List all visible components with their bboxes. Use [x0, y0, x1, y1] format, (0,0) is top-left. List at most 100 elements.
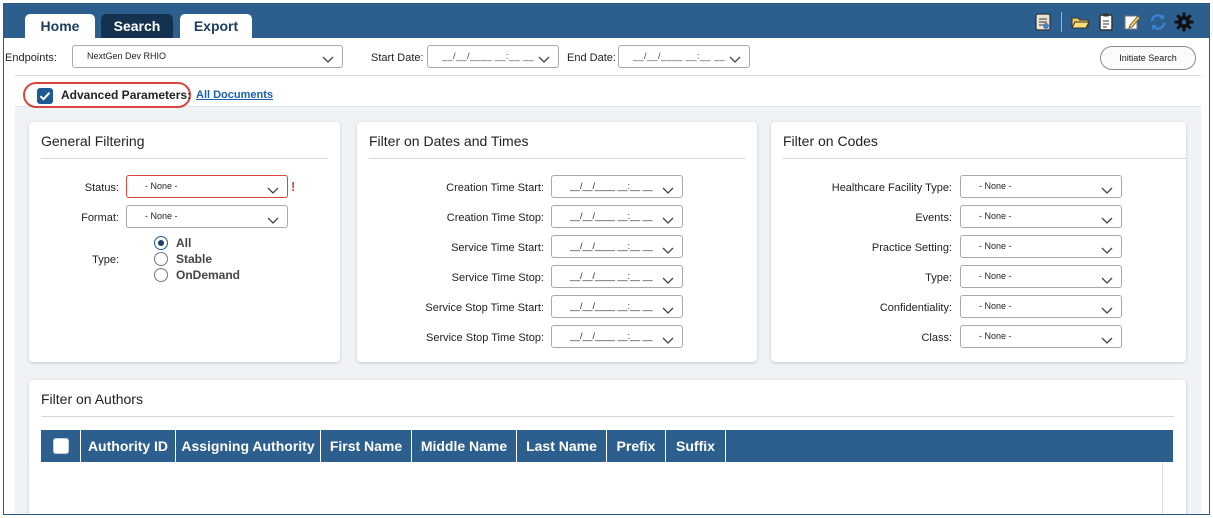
column-header[interactable]: Assigning Authority: [176, 430, 321, 462]
confidentiality-select[interactable]: - None -: [960, 295, 1122, 318]
facility-type-select[interactable]: - None -: [960, 175, 1122, 198]
edit-icon[interactable]: [1122, 12, 1142, 32]
type-option-label: OnDemand: [176, 268, 241, 282]
select-all-column: [41, 430, 81, 462]
format-select[interactable]: - None -: [126, 205, 288, 228]
service-stop-time-start-label: Service Stop Time Start:: [425, 302, 544, 314]
column-header[interactable]: Last Name: [517, 430, 607, 462]
folder-open-icon[interactable]: [1070, 12, 1090, 32]
select-all-checkbox[interactable]: [53, 438, 69, 454]
tab-search[interactable]: Search: [101, 14, 173, 38]
advanced-parameters-checkbox[interactable]: [37, 88, 53, 104]
authors-panel: Filter on Authors Authority ID Assigning…: [29, 380, 1186, 514]
column-header[interactable]: Suffix: [666, 430, 726, 462]
toolbar-separator: [1061, 11, 1062, 32]
events-select[interactable]: - None -: [960, 205, 1122, 228]
type-radio-ondemand[interactable]: [154, 268, 168, 282]
class-label: Class:: [921, 332, 952, 344]
chevron-down-icon: [1101, 182, 1113, 203]
column-header[interactable]: Prefix: [607, 430, 666, 462]
chevron-down-icon: [1101, 272, 1113, 293]
vertical-scrollbar[interactable]: [1162, 462, 1176, 514]
chevron-down-icon: [538, 51, 550, 72]
panel-title: Filter on Authors: [41, 391, 143, 407]
tab-home[interactable]: Home: [25, 14, 95, 38]
end-date-value: __/__/____ __:__ __: [633, 51, 726, 61]
events-label: Events:: [915, 212, 952, 224]
code-value: - None -: [979, 301, 1012, 311]
column-header[interactable]: Authority ID: [81, 430, 176, 462]
chevron-down-icon: [267, 182, 279, 203]
status-value: - None -: [145, 181, 178, 191]
date-value: __/__/____ __:__ __: [570, 271, 653, 281]
chevron-down-icon: [662, 242, 674, 263]
date-value: __/__/____ __:__ __: [570, 241, 653, 251]
endpoints-select[interactable]: NextGen Dev RHIO: [72, 45, 343, 68]
code-type-select[interactable]: - None -: [960, 265, 1122, 288]
checkmark-icon: [39, 92, 51, 101]
divider: [41, 158, 328, 159]
type-radio-stable[interactable]: [154, 252, 168, 266]
start-date-picker[interactable]: __/__/____ __:__ __: [427, 45, 559, 68]
service-time-start-label: Service Time Start:: [451, 242, 544, 254]
end-date-picker[interactable]: __/__/____ __:__ __: [618, 45, 750, 68]
chevron-down-icon: [662, 302, 674, 323]
codes-panel: Filter on Codes Healthcare Facility Type…: [771, 122, 1186, 362]
refresh-icon[interactable]: [1148, 12, 1168, 32]
type-option-label: Stable: [176, 252, 213, 266]
service-stop-time-stop-picker[interactable]: __/__/____ __:__ __: [551, 325, 683, 348]
date-value: __/__/____ __:__ __: [570, 331, 653, 341]
search-content: Advanced Parameters: All Documents Gener…: [15, 75, 1201, 514]
code-value: - None -: [979, 271, 1012, 281]
confidentiality-label: Confidentiality:: [879, 302, 952, 314]
top-nav-bar: Home Search Export: [4, 4, 1209, 38]
endpoints-value: NextGen Dev RHIO: [87, 51, 167, 61]
service-stop-time-stop-label: Service Stop Time Stop:: [426, 332, 544, 344]
date-value: __/__/____ __:__ __: [570, 181, 653, 191]
authors-table-header: Authority ID Assigning Authority First N…: [41, 430, 1173, 462]
practice-setting-select[interactable]: - None -: [960, 235, 1122, 258]
code-type-label: Type:: [925, 272, 952, 284]
code-value: - None -: [979, 181, 1012, 191]
initiate-search-button[interactable]: Initiate Search: [1100, 46, 1196, 70]
creation-time-start-label: Creation Time Start:: [446, 182, 544, 194]
code-value: - None -: [979, 241, 1012, 251]
column-header[interactable]: Middle Name: [412, 430, 517, 462]
dates-times-panel: Filter on Dates and Times Creation Time …: [357, 122, 757, 362]
status-label: Status:: [84, 182, 119, 194]
service-time-start-picker[interactable]: __/__/____ __:__ __: [551, 235, 683, 258]
panel-title: Filter on Codes: [783, 133, 878, 149]
date-value: __/__/____ __:__ __: [570, 301, 653, 311]
start-date-label: Start Date:: [371, 52, 424, 64]
clipboard-icon[interactable]: [1096, 12, 1116, 32]
settings-gear-icon[interactable]: [1174, 12, 1194, 32]
type-radio-all[interactable]: [154, 236, 168, 250]
facility-type-label: Healthcare Facility Type:: [831, 182, 952, 194]
divider: [369, 158, 745, 159]
chevron-down-icon: [662, 212, 674, 233]
tab-export[interactable]: Export: [180, 14, 252, 38]
status-select[interactable]: - None -: [126, 175, 288, 198]
general-filtering-panel: General Filtering Status: - None - ! For…: [29, 122, 340, 362]
service-stop-time-start-picker[interactable]: __/__/____ __:__ __: [551, 295, 683, 318]
service-time-stop-picker[interactable]: __/__/____ __:__ __: [551, 265, 683, 288]
type-option-label: All: [176, 236, 192, 250]
advanced-parameters-label: Advanced Parameters:: [61, 88, 192, 102]
chevron-down-icon: [1101, 302, 1113, 323]
chevron-down-icon: [662, 272, 674, 293]
advanced-parameters-row: Advanced Parameters: All Documents: [15, 76, 1201, 108]
practice-setting-label: Practice Setting:: [871, 242, 952, 254]
format-value: - None -: [145, 211, 178, 221]
chevron-down-icon: [662, 332, 674, 353]
creation-time-stop-picker[interactable]: __/__/____ __:__ __: [551, 205, 683, 228]
all-documents-link[interactable]: All Documents: [196, 89, 273, 101]
creation-time-start-picker[interactable]: __/__/____ __:__ __: [551, 175, 683, 198]
chevron-down-icon: [267, 212, 279, 233]
chevron-down-icon: [662, 182, 674, 203]
column-header[interactable]: First Name: [321, 430, 412, 462]
chevron-down-icon: [1101, 212, 1113, 233]
code-value: - None -: [979, 331, 1012, 341]
class-select[interactable]: - None -: [960, 325, 1122, 348]
divider: [41, 416, 1174, 417]
notes-icon[interactable]: [1033, 12, 1053, 32]
